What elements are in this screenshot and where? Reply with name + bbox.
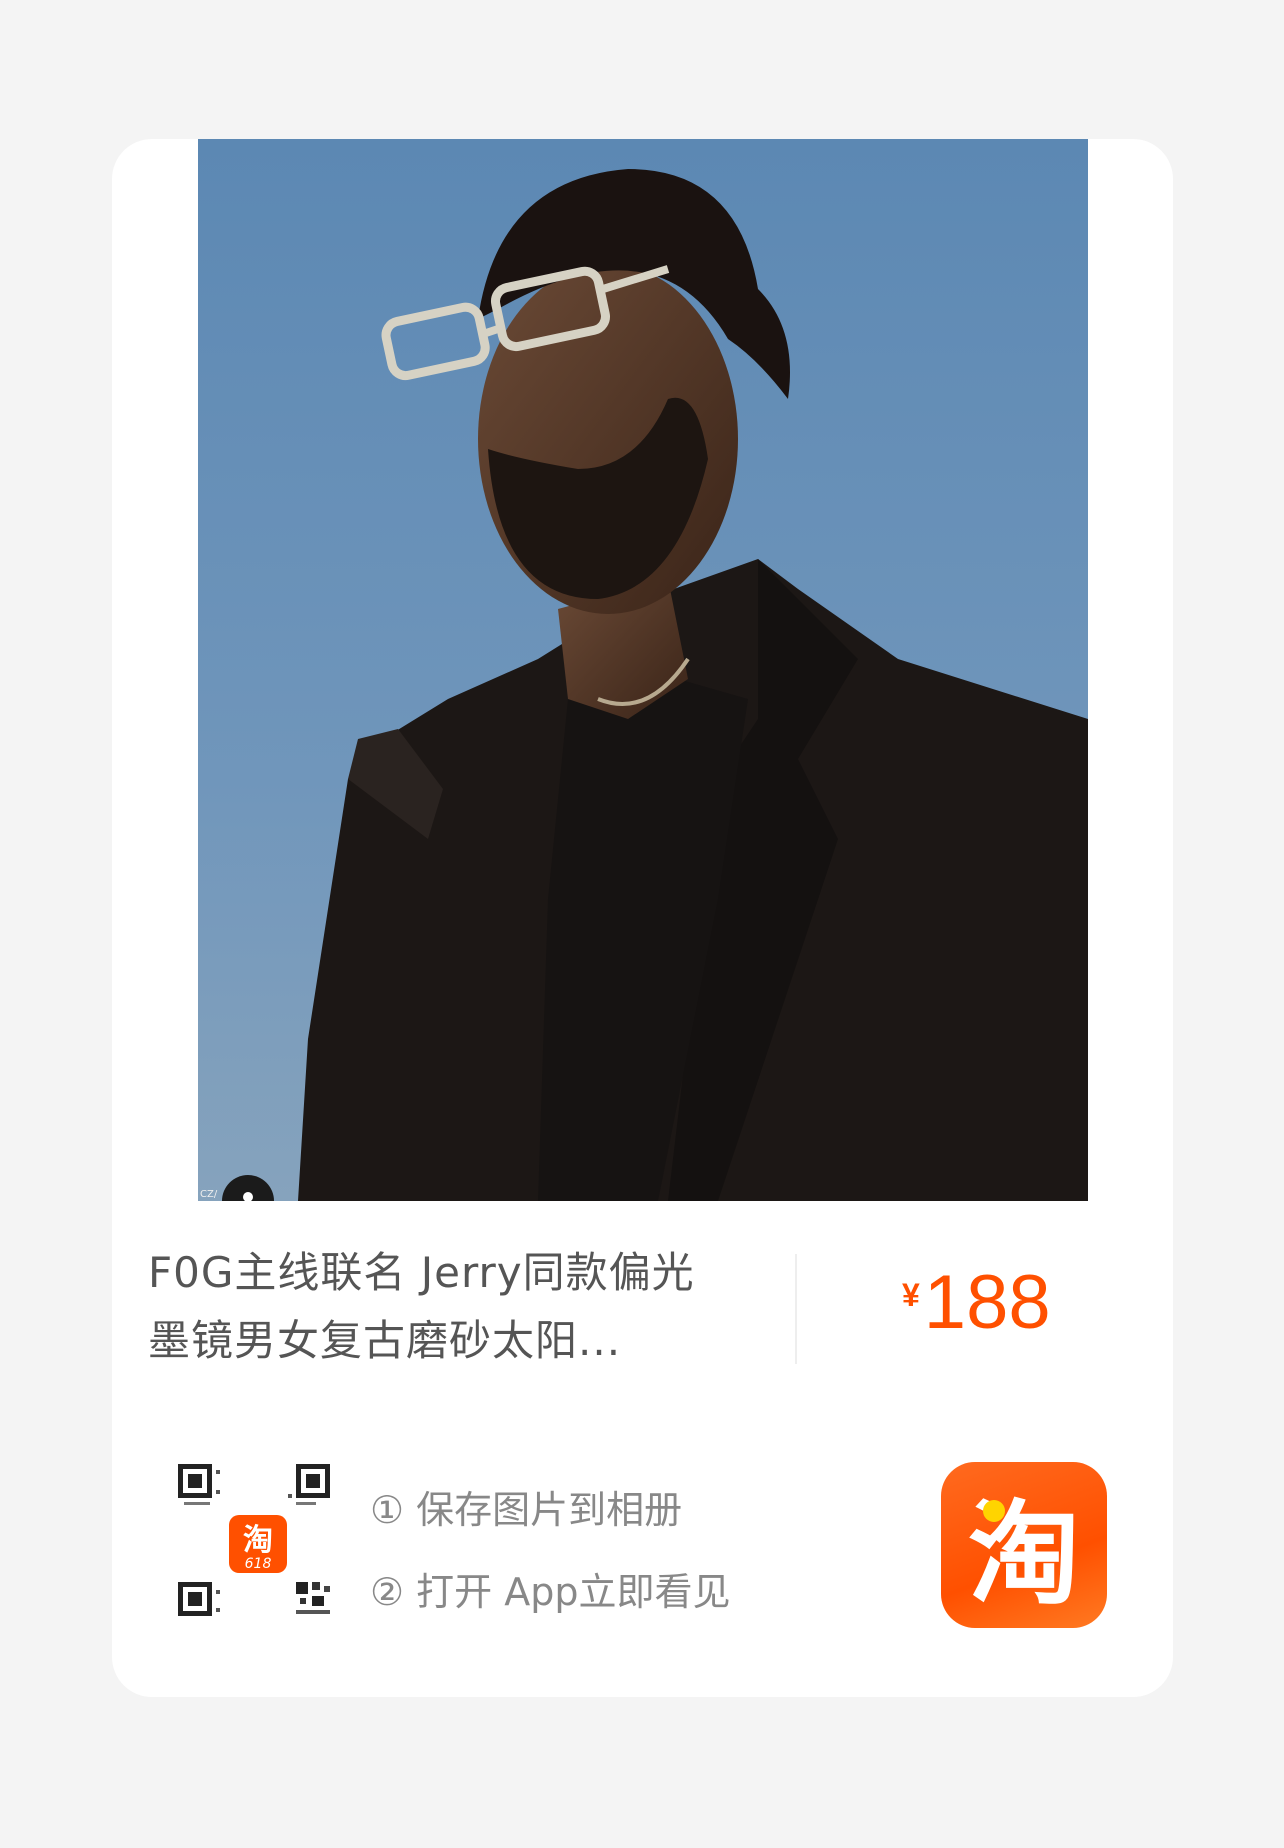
currency-symbol: ¥ [902, 1277, 920, 1313]
product-price: ¥188 [902, 1259, 1051, 1346]
qr-code: 淘 618 [178, 1464, 338, 1624]
price-amount: 188 [923, 1260, 1051, 1345]
qr-badge-sub: 618 [245, 1556, 272, 1572]
share-steps: ① 保存图片到相册 ② 打开 App立即看见 [370, 1469, 730, 1633]
step-open-app: ② 打开 App立即看见 [370, 1570, 731, 1614]
taobao-app-icon[interactable]: 淘 [941, 1462, 1107, 1628]
step-save-image: ① 保存图片到相册 [370, 1488, 683, 1532]
product-photo: CZ/ [198, 139, 1088, 1201]
qr-badge-glyph: 淘 [243, 1523, 273, 1558]
app-icon-dot [983, 1500, 1005, 1522]
photo-watermark: CZ/ [200, 1189, 218, 1200]
model-photo-illustration: CZ/ [198, 139, 1088, 1201]
product-title[interactable]: F0G主线联名 Jerry同款偏光墨镜男女复古磨砂太阳... [148, 1239, 728, 1375]
divider [795, 1254, 797, 1364]
product-share-card: CZ/ F0G主线联名 Jerry同款偏光墨镜男女复古磨砂太阳... ¥188 [112, 139, 1173, 1697]
app-icon-glyph: 淘 [968, 1490, 1080, 1620]
